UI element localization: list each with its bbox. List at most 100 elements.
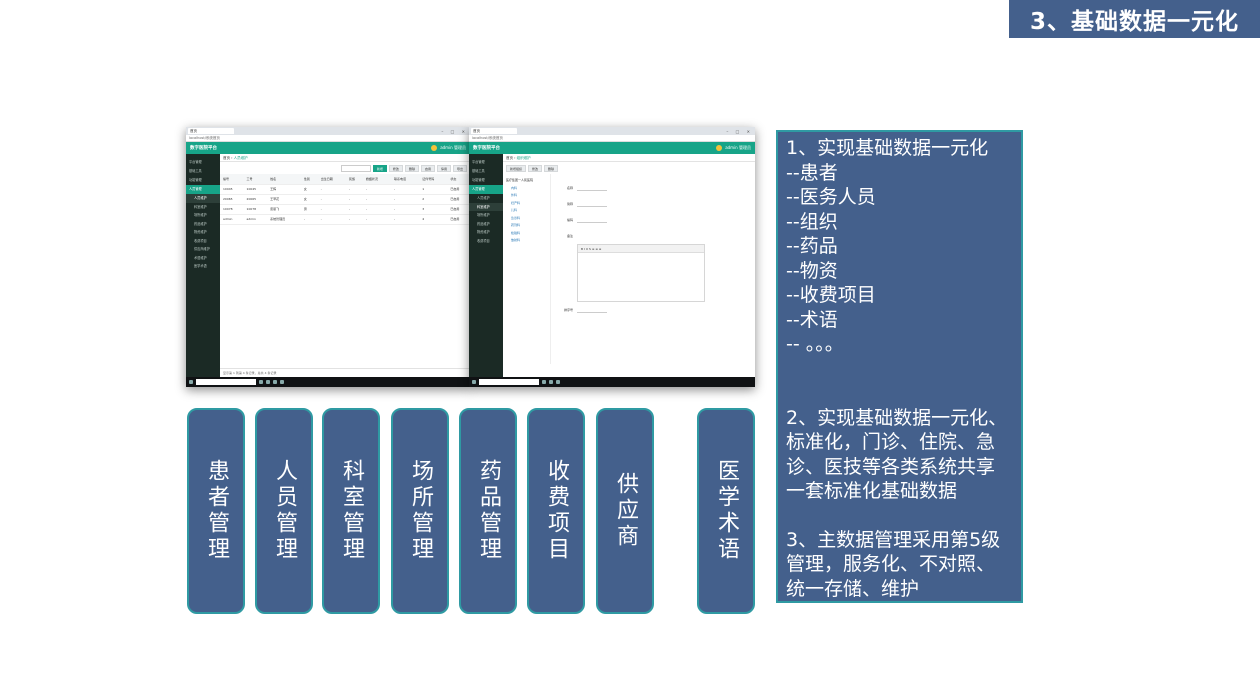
category-location: 场所管理 — [391, 408, 449, 614]
table-header[interactable]: 民族 — [345, 174, 363, 185]
tree-node[interactable]: 药剂科 — [506, 222, 547, 230]
address-bar[interactable]: localhost/系统首页 — [469, 135, 755, 142]
toolbar-button[interactable]: 修改 — [528, 164, 543, 172]
sidebar-subitem[interactable]: 人员维护 — [469, 194, 503, 203]
sidebar-subitem[interactable]: 场所维护 — [186, 211, 220, 220]
toolbar-button[interactable]: 修改 — [388, 164, 403, 172]
os-taskbar — [186, 377, 470, 387]
tree-node[interactable]: 外科 — [506, 192, 547, 200]
browser-tab[interactable]: 首页 — [188, 128, 234, 134]
form-row: 备注 — [557, 228, 749, 244]
sidebar-subitem[interactable]: 收费项目 — [186, 237, 220, 246]
sidebar-item-active[interactable]: 人员管理 — [186, 185, 220, 194]
sidebar-item[interactable]: 基础工具 — [186, 167, 220, 176]
table-cell: - — [362, 204, 392, 215]
sidebar-item[interactable]: 基础工具 — [469, 167, 503, 176]
window-controls[interactable]: – □ ✕ — [441, 129, 468, 134]
search-input[interactable] — [340, 164, 371, 172]
sidebar-subitem[interactable]: 科室维护 — [469, 202, 503, 211]
app-icon[interactable] — [542, 380, 546, 384]
app-icon[interactable] — [280, 380, 284, 384]
editor-toolbar[interactable]: B I U S ≡ ≡ ≡ — [578, 245, 704, 253]
app-icon[interactable] — [259, 380, 263, 384]
sidebar-subitem[interactable]: 药品维护 — [186, 220, 220, 229]
browser-tab[interactable]: 首页 — [471, 128, 517, 134]
toolbar-button[interactable]: 停用 — [436, 164, 451, 172]
organization-tree: 医疗集团一人民医院 内科 外科 妇产科 儿科 急诊科 药剂科 检验科 放射科 — [503, 174, 551, 364]
table-header[interactable]: 状态 — [447, 174, 470, 185]
sidebar-subitem[interactable]: 科室维护 — [186, 203, 220, 212]
category-staff: 人员管理 — [255, 408, 313, 614]
sidebar-subitem[interactable]: 人员维护 — [186, 194, 220, 203]
sidebar-item[interactable]: 平台管理 — [469, 158, 503, 167]
breadcrumb-home[interactable]: 首页 — [506, 156, 513, 160]
category-label: 医学术语 — [714, 459, 739, 563]
table-cell: 已启用 — [447, 194, 470, 205]
table-header[interactable]: 性别 — [300, 174, 318, 185]
table-row[interactable]: 10045 10045 王辉 女 - - - - 1 已启用 — [220, 184, 470, 195]
sidebar-item[interactable]: 功能管理 — [186, 176, 220, 185]
toolbar-button[interactable]: 启用 — [420, 164, 435, 172]
user-menu[interactable]: admin 管理员 — [431, 145, 466, 151]
table-header[interactable]: 联系电话 — [391, 174, 420, 185]
breadcrumb-home[interactable]: 首页 — [223, 156, 230, 160]
sidebar-subitem[interactable]: 收费项目 — [469, 237, 503, 246]
tree-node[interactable]: 检验科 — [506, 230, 547, 238]
screenshot-person-maintenance: 首页 – □ ✕ localhost/系统首页 数字医院平台 admin 管理员… — [186, 127, 470, 387]
sidebar-subitem[interactable]: 场所维护 — [469, 211, 503, 220]
category-patient: 患者管理 — [187, 408, 245, 614]
sidebar-subitem[interactable]: 药品维护 — [469, 220, 503, 229]
windows-start-icon[interactable] — [189, 380, 193, 384]
table-header[interactable]: 证件号码 — [419, 174, 448, 185]
app-icon[interactable] — [556, 380, 560, 384]
table-row[interactable]: 20065 20065 王翠花 女 - - - - 2 已启用 — [220, 194, 470, 205]
table-cell: - — [317, 204, 346, 215]
user-menu[interactable]: admin 管理员 — [716, 145, 751, 151]
toolbar-button[interactable]: 导出 — [452, 164, 467, 172]
tree-node[interactable]: 急诊科 — [506, 215, 547, 223]
tree-node[interactable]: 内科 — [506, 185, 547, 193]
sidebar-subitem[interactable]: 术语维护 — [186, 254, 220, 263]
tree-node[interactable]: 儿科 — [506, 207, 547, 215]
sort-field[interactable] — [577, 308, 607, 313]
table-header[interactable]: 编号 — [220, 174, 244, 185]
toolbar-button[interactable]: 新增组织 — [506, 164, 527, 172]
tree-node[interactable]: 妇产科 — [506, 200, 547, 208]
sidebar-subitem[interactable]: 物资维护 — [186, 228, 220, 237]
sidebar-item[interactable]: 功能管理 — [469, 176, 503, 185]
code-field[interactable] — [577, 218, 607, 223]
table-cell: 10045 — [243, 184, 268, 195]
toolbar-button[interactable]: 新增 — [372, 164, 387, 172]
sidebar-item-active[interactable]: 人员管理 — [469, 185, 503, 194]
table-header[interactable]: 工号 — [243, 174, 268, 185]
sidebar-subitem[interactable]: 医学术语 — [186, 262, 220, 271]
sidebar-subitem[interactable]: 物资维护 — [469, 228, 503, 237]
windows-start-icon[interactable] — [472, 380, 476, 384]
taskbar-search[interactable] — [196, 379, 256, 385]
address-bar[interactable]: localhost/系统首页 — [186, 135, 470, 142]
taskbar-search[interactable] — [479, 379, 539, 385]
toolbar-button[interactable]: 删除 — [404, 164, 419, 172]
name-field[interactable] — [577, 186, 607, 191]
window-controls[interactable]: – □ ✕ — [726, 129, 753, 134]
table-header[interactable]: 出生日期 — [317, 174, 346, 185]
app-header: 数字医院平台 admin 管理员 — [469, 142, 755, 154]
app-icon[interactable] — [549, 380, 553, 384]
table-header[interactable]: 婚姻状况 — [362, 174, 392, 185]
table-row[interactable]: 10078 10078 唐丽飞 男 - - - - 3 已启用 — [220, 204, 470, 215]
tree-root[interactable]: 医疗集团一人民医院 — [506, 177, 547, 185]
table-cell: admin — [220, 214, 244, 225]
toolbar-button[interactable]: 删除 — [544, 164, 559, 172]
sidebar-subitem[interactable]: 供应商维护 — [186, 245, 220, 254]
table-header[interactable]: 姓名 — [267, 174, 301, 185]
panel-list-item: --药品 — [786, 235, 838, 257]
table-row[interactable]: admin admin 系统管理员 - - - - - 4 已启用 — [220, 214, 470, 225]
app-icon[interactable] — [266, 380, 270, 384]
short-name-field[interactable] — [577, 202, 607, 207]
pagination-info: 显示第 1 到第 4 条记录，总共 4 条记录 — [220, 368, 470, 377]
browser-tab-bar: 首页 – □ ✕ — [469, 127, 755, 135]
rich-text-editor[interactable]: B I U S ≡ ≡ ≡ — [577, 244, 705, 302]
tree-node[interactable]: 放射科 — [506, 237, 547, 245]
app-icon[interactable] — [273, 380, 277, 384]
sidebar-item[interactable]: 平台管理 — [186, 158, 220, 167]
